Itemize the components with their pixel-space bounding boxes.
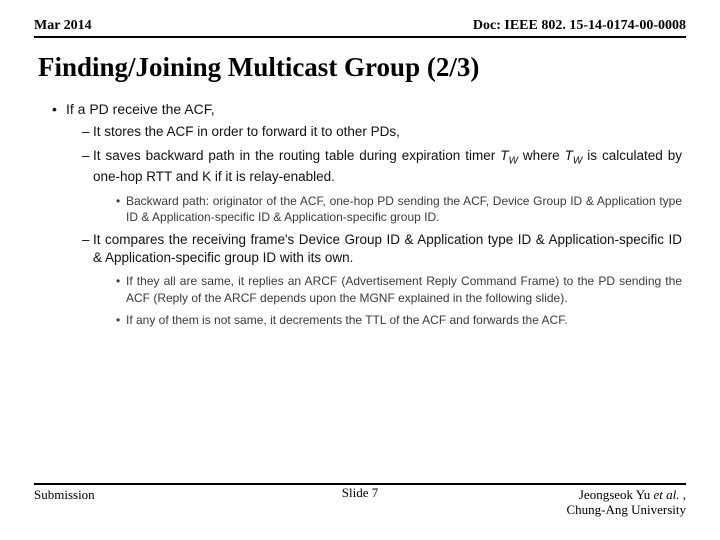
bullet-text: Backward path: originator of the ACF, on… (126, 194, 682, 224)
author-affiliation: Chung-Ang University (566, 502, 686, 517)
bullet-marker: • (52, 101, 66, 117)
footer-slide-number: Slide 7 (34, 485, 686, 501)
dot-marker: • (116, 312, 126, 328)
bullet-level2: –It stores the ACF in order to forward i… (82, 123, 682, 141)
header-bar: Mar 2014 Doc: IEEE 802. 15-14-0174-00-00… (34, 18, 686, 38)
bullet-text: where (518, 148, 565, 163)
bullet-text: If they all are same, it replies an ARCF… (126, 274, 682, 304)
dot-marker: • (116, 193, 126, 209)
bullet-text: If any of them is not same, it decrement… (126, 313, 568, 327)
header-doc-number: Doc: IEEE 802. 15-14-0174-00-0008 (473, 18, 686, 34)
variable-tw-sub: W (573, 156, 582, 167)
variable-tw-sub: W (508, 156, 517, 167)
slide-body: •If a PD receive the ACF, –It stores the… (34, 101, 686, 328)
bullet-text: It stores the ACF in order to forward it… (93, 124, 400, 139)
bullet-level3: •Backward path: originator of the ACF, o… (116, 193, 682, 225)
variable-tw: T (565, 148, 573, 163)
dash-marker: – (82, 123, 93, 141)
bullet-text: If a PD receive the ACF, (66, 101, 215, 117)
footer-bar: Submission Slide 7 Jeongseok Yu et al. ,… (34, 483, 686, 518)
bullet-text: It compares the receiving frame's Device… (93, 232, 682, 265)
bullet-level3: •If any of them is not same, it decremen… (116, 312, 682, 328)
bullet-level2: –It saves backward path in the routing t… (82, 147, 682, 186)
bullet-level2: –It compares the receiving frame's Devic… (82, 231, 682, 267)
dot-marker: • (116, 273, 126, 289)
dash-marker: – (82, 147, 93, 165)
bullet-text: It saves backward path in the routing ta… (93, 148, 500, 163)
slide-page: Mar 2014 Doc: IEEE 802. 15-14-0174-00-00… (0, 0, 720, 540)
header-date: Mar 2014 (34, 18, 92, 34)
slide-title: Finding/Joining Multicast Group (2/3) (34, 52, 686, 83)
bullet-level1: •If a PD receive the ACF, (52, 101, 682, 117)
dash-marker: – (82, 231, 93, 249)
bullet-level3: •If they all are same, it replies an ARC… (116, 273, 682, 305)
